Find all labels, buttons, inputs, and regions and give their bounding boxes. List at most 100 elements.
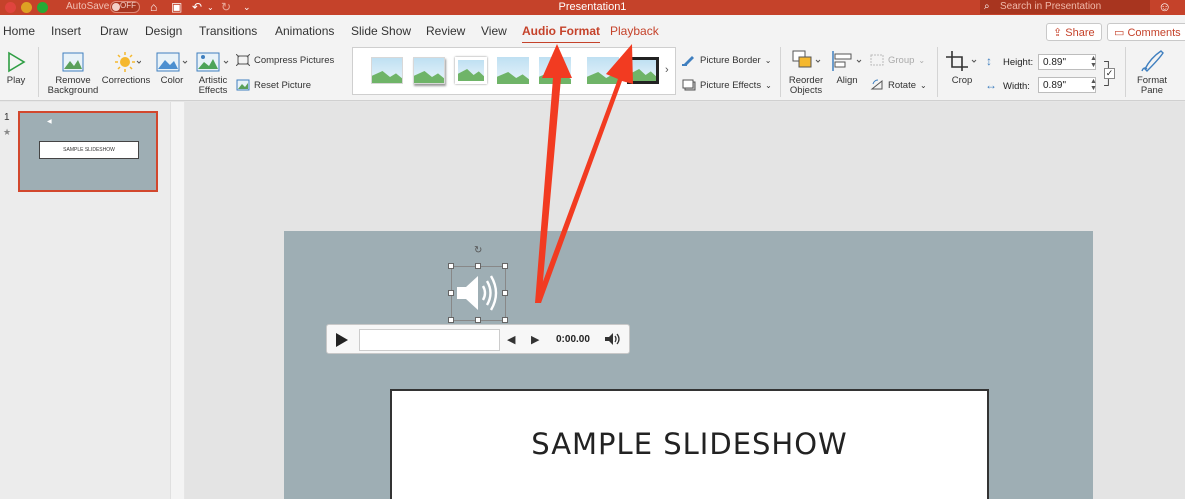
group-icon (870, 54, 884, 66)
align-button[interactable]: Align (829, 49, 865, 86)
slide-thumbnail[interactable]: ◀ SAMPLE SLIDESHOW (18, 111, 158, 192)
picture-style-thumb[interactable] (497, 57, 529, 84)
color-label: Color (160, 75, 184, 86)
group-label: Group (888, 54, 915, 66)
ribbon-tabs: Home Insert Draw Design Transitions Anim… (0, 15, 1185, 44)
format-pane-button[interactable]: Format Pane (1132, 49, 1172, 96)
speaker-icon[interactable] (455, 272, 503, 314)
ribbon-audio-format: Play Remove Background Corrections Color… (0, 43, 1185, 101)
comments-button[interactable]: ▭ Comments (1107, 23, 1185, 41)
corrections-button[interactable]: Corrections (101, 51, 151, 86)
reorder-label-2: Objects (789, 85, 823, 96)
align-icon (832, 51, 862, 71)
title-bar: AutoSave OFF ⌂ ▣ ↶ ⌄ ↻ ⌄ Presentation1 ⌕… (0, 0, 1185, 15)
animation-star-icon: ★ (3, 127, 12, 137)
tab-review[interactable]: Review (426, 24, 465, 38)
picture-style-thumb[interactable] (455, 57, 487, 84)
resize-handle[interactable] (475, 317, 481, 323)
reset-picture-icon (236, 79, 250, 91)
tab-slide-show[interactable]: Slide Show (351, 24, 411, 38)
chevron-down-icon: ⌄ (920, 80, 927, 90)
chevron-down-icon: ⌄ (918, 55, 926, 65)
picture-border-button[interactable]: Picture Border ⌄ (682, 54, 771, 66)
feedback-smiley-icon[interactable]: ☺ (1158, 0, 1171, 14)
color-button[interactable]: Color (154, 51, 190, 86)
audio-play-icon[interactable] (335, 332, 349, 348)
share-icon: ⇪ (1053, 27, 1063, 39)
picture-style-thumb[interactable] (539, 57, 571, 84)
picture-effects-button[interactable]: Picture Effects ⌄ (682, 79, 772, 91)
height-stepper[interactable]: ▲ ▼ (1090, 55, 1097, 69)
tab-transitions[interactable]: Transitions (199, 24, 257, 38)
thumbnail-title: SAMPLE SLIDESHOW (39, 141, 139, 159)
height-label: Height: (1003, 57, 1034, 68)
picture-styles-gallery[interactable]: › (352, 47, 676, 95)
width-icon: ↔ (985, 78, 997, 92)
compress-pictures-icon (236, 54, 250, 66)
resize-handle[interactable] (475, 263, 481, 269)
remove-background-button[interactable]: Remove Background (46, 51, 100, 96)
compress-pictures-button[interactable]: Compress Pictures (236, 54, 334, 66)
audio-player-bar: ◀︎ ▶︎ 0:00.00 (326, 324, 630, 354)
tab-draw[interactable]: Draw (100, 24, 128, 38)
reorder-objects-button[interactable]: Reorder Objects (786, 49, 826, 96)
rotate-label: Rotate (888, 79, 916, 91)
tab-design[interactable]: Design (145, 24, 182, 38)
format-pane-label-2: Pane (1140, 85, 1164, 96)
crop-button[interactable]: Crop (943, 49, 981, 86)
share-button[interactable]: ⇪ Share (1046, 23, 1102, 41)
tab-view[interactable]: View (481, 24, 507, 38)
skip-back-icon[interactable]: ◀︎ (507, 333, 515, 346)
picture-style-thumb[interactable] (587, 57, 619, 84)
tab-insert[interactable]: Insert (51, 24, 81, 38)
picture-effects-label: Picture Effects (700, 79, 762, 91)
comment-icon: ▭ (1114, 27, 1125, 39)
slides-pane: 1 ★ ◀ SAMPLE SLIDESHOW (0, 102, 184, 499)
resize-handle[interactable] (448, 317, 454, 323)
picture-style-thumb[interactable] (371, 57, 403, 84)
picture-border-icon (682, 56, 694, 66)
resize-handle[interactable] (448, 290, 454, 296)
picture-style-thumb[interactable] (627, 57, 659, 84)
resize-handle[interactable] (502, 317, 508, 323)
reset-picture-button[interactable]: Reset Picture (236, 79, 311, 91)
group-button[interactable]: Group ⌄ (870, 54, 925, 66)
lock-aspect-checkbox[interactable]: ✓ (1104, 68, 1115, 79)
tab-animations[interactable]: Animations (275, 24, 334, 38)
play-button[interactable]: Play (4, 51, 28, 86)
skip-forward-icon[interactable]: ▶︎ (531, 333, 539, 346)
resize-handle[interactable] (448, 263, 454, 269)
width-stepper[interactable]: ▲ ▼ (1090, 78, 1097, 92)
reorder-objects-icon (792, 50, 821, 68)
play-label: Play (6, 75, 26, 86)
height-input[interactable]: 0.89" (1038, 54, 1096, 70)
artistic-effects-button[interactable]: Artistic Effects (193, 51, 233, 96)
slide-number: 1 (4, 112, 10, 123)
corrections-label: Corrections (101, 75, 151, 86)
resize-handle[interactable] (502, 263, 508, 269)
slide-title: SAMPLE SLIDESHOW (531, 427, 848, 461)
tab-home[interactable]: Home (3, 24, 35, 38)
width-label: Width: (1003, 81, 1030, 92)
gallery-next-icon[interactable]: › (665, 64, 669, 76)
search-icon: ⌕ (984, 1, 990, 12)
tab-audio-format[interactable]: Audio Format (522, 24, 600, 44)
share-label: Share (1065, 27, 1095, 39)
artistic-effects-icon (196, 52, 229, 72)
ribbon-separator (780, 47, 781, 97)
audio-time: 0:00.00 (556, 334, 590, 345)
audio-thumb-icon: ◀ (47, 119, 52, 125)
rotate-icon (870, 79, 883, 90)
tab-playback[interactable]: Playback (610, 24, 659, 38)
picture-border-label: Picture Border (700, 54, 761, 66)
volume-icon[interactable] (604, 332, 622, 346)
width-input[interactable]: 0.89" (1038, 77, 1096, 93)
slide-title-box[interactable]: SAMPLE SLIDESHOW (390, 389, 989, 499)
slides-pane-scrollbar[interactable] (170, 102, 184, 499)
rotate-handle-icon[interactable]: ↻ (474, 245, 482, 256)
search-input[interactable]: ⌕ Search in Presentation (980, 0, 1150, 14)
color-icon (156, 52, 188, 72)
picture-style-thumb[interactable] (413, 57, 445, 84)
rotate-button[interactable]: Rotate ⌄ (870, 79, 927, 91)
audio-progress-track[interactable] (359, 329, 500, 351)
